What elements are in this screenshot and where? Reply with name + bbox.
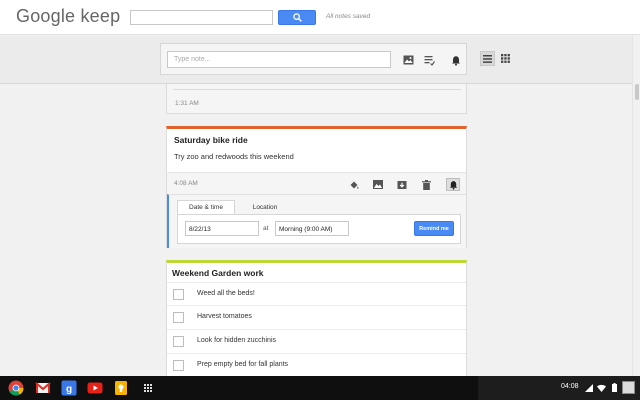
search-button[interactable] [278, 10, 316, 25]
google-search-icon[interactable]: g [61, 380, 77, 396]
save-status: All notes saved [326, 13, 371, 20]
gmail-icon[interactable] [35, 380, 51, 396]
search-input[interactable] [130, 10, 273, 25]
logo-keep-text: keep [80, 6, 121, 26]
note-title[interactable]: Saturday bike ride [174, 135, 248, 145]
app-header: Google keep All notes saved [0, 0, 640, 35]
reminder-bell-icon[interactable] [446, 178, 460, 191]
network-icon [584, 383, 593, 392]
grid-view-icon[interactable] [498, 51, 513, 66]
note-body[interactable]: Try zoo and redwoods this weekend [174, 152, 294, 161]
app-launcher-icon[interactable] [140, 380, 156, 396]
logo-google-text: Google [16, 6, 76, 26]
keep-icon[interactable] [113, 380, 129, 396]
wifi-icon [597, 383, 606, 392]
reminder-tab-content: 8/22/13 at Morning (9:00 AM) Remind me [177, 214, 461, 244]
remind-me-button[interactable]: Remind me [414, 221, 454, 236]
tab-location[interactable]: Location [239, 200, 291, 214]
paint-bucket-icon[interactable] [347, 178, 361, 191]
list-item[interactable]: Weed all the beds! [167, 282, 466, 306]
list-item[interactable]: Prep empty bed for fall plants [167, 354, 466, 378]
scrollbar-thumb[interactable] [635, 84, 639, 100]
google-keep-logo[interactable]: Google keep [16, 6, 120, 27]
system-clock[interactable]: 04:08 [561, 383, 579, 390]
list-icon[interactable] [422, 53, 436, 67]
user-avatar[interactable] [622, 381, 635, 394]
image-icon[interactable] [371, 178, 385, 191]
note-footer: 4:08 AM [167, 172, 466, 194]
reminder-panel: Date & time Location 8/22/13 at Morning … [167, 194, 466, 248]
battery-icon [610, 383, 619, 392]
list-view-icon[interactable] [480, 51, 495, 66]
youtube-icon[interactable] [87, 380, 103, 396]
archive-icon[interactable] [395, 178, 409, 191]
list-item-text[interactable]: Prep empty bed for fall plants [197, 361, 288, 368]
svg-text:g: g [66, 384, 72, 395]
list-item-checkbox[interactable] [173, 289, 184, 300]
reminder-date-field[interactable]: 8/22/13 [185, 221, 259, 236]
list-item-text[interactable]: Weed all the beds! [197, 290, 255, 297]
list-item[interactable]: Harvest tomatoes [167, 306, 466, 330]
page-scrollbar[interactable] [632, 36, 640, 376]
reminder-time-select[interactable]: Morning (9:00 AM) [275, 221, 349, 236]
search-icon [293, 13, 302, 22]
new-note-input[interactable]: Type note... [167, 51, 391, 68]
compose-bar: Type note... [160, 43, 467, 75]
note-timestamp: 1:31 AM [175, 100, 199, 107]
note-timestamp: 4:08 AM [174, 180, 198, 187]
list-item-text[interactable]: Look for hidden zucchinis [197, 337, 276, 344]
chrome-icon[interactable] [8, 380, 24, 396]
note-card-partial[interactable]: 1:31 AM [166, 84, 467, 114]
at-label: at [263, 225, 269, 232]
note-card-bike-ride[interactable]: Saturday bike ride Try zoo and redwoods … [166, 126, 467, 248]
trash-icon[interactable] [419, 178, 433, 191]
list-item-text[interactable]: Harvest tomatoes [197, 313, 252, 320]
note-title[interactable]: Weekend Garden work [172, 268, 263, 278]
list-item[interactable]: Look for hidden zucchinis [167, 330, 466, 354]
list-item-checkbox[interactable] [173, 336, 184, 347]
reminder-bell-icon[interactable] [449, 53, 463, 67]
image-icon[interactable] [401, 53, 415, 67]
note-card-garden[interactable]: Weekend Garden work Weed all the beds! H… [166, 260, 467, 376]
tab-date-time[interactable]: Date & time [177, 200, 235, 214]
list-item-checkbox[interactable] [173, 360, 184, 371]
list-item-checkbox[interactable] [173, 312, 184, 323]
note-divider [173, 89, 461, 90]
system-tray[interactable]: 04:08 [478, 376, 640, 400]
